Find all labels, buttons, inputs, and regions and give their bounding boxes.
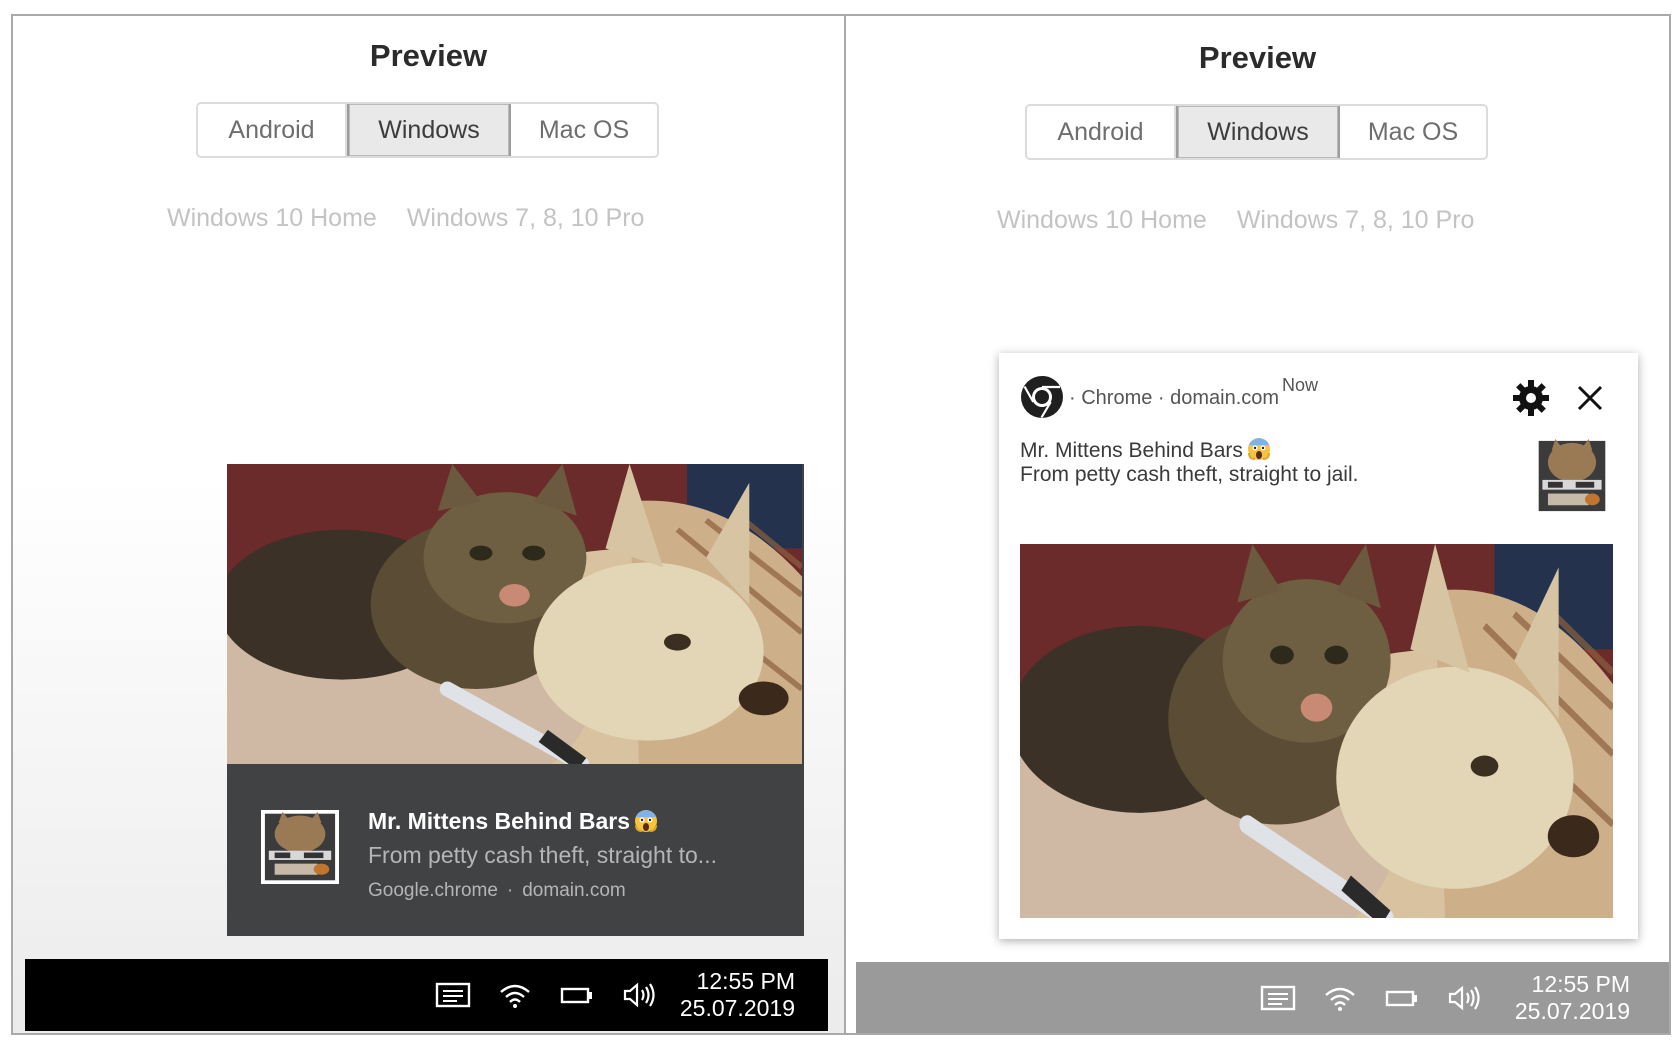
os-version-tabs: Windows 10 Home Windows 7, 8, 10 Pro	[997, 206, 1474, 235]
notification-thumbnail	[261, 810, 339, 884]
tab-windows[interactable]: Windows	[347, 104, 511, 156]
tab-windows[interactable]: Windows	[1176, 106, 1340, 158]
notification-time: Now	[1282, 375, 1319, 395]
toast-body: From petty cash theft, straight to...	[368, 842, 717, 868]
wifi-icon[interactable]	[495, 978, 535, 1012]
clock-date: 25.07.2019	[679, 995, 795, 1021]
volume-icon[interactable]	[619, 978, 659, 1012]
scream-emoji-icon	[1246, 437, 1271, 461]
notification-center-icon[interactable]	[1258, 981, 1298, 1015]
tab-windows-7-8-10-pro[interactable]: Windows 7, 8, 10 Pro	[1237, 206, 1475, 235]
battery-icon[interactable]	[557, 978, 597, 1012]
chrome-logo-icon	[1021, 375, 1063, 419]
gear-icon[interactable]	[1512, 379, 1550, 417]
tab-windows-10-home[interactable]: Windows 10 Home	[997, 206, 1207, 235]
toast-title: Mr. Mittens Behind Bars	[368, 808, 658, 835]
toast-app-name: Google.chrome	[368, 880, 498, 901]
left-preview-panel: Preview Android Windows Mac OS Windows 1…	[11, 14, 846, 1035]
platform-tabs: Android Windows Mac OS	[196, 102, 659, 158]
clock-date: 25.07.2019	[1514, 998, 1630, 1024]
tab-android[interactable]: Android	[1027, 106, 1176, 158]
clock[interactable]: 12:55 PM 25.07.2019	[680, 968, 795, 1022]
clock[interactable]: 12:55 PM 25.07.2019	[1515, 971, 1630, 1025]
clock-time: 12:55 PM	[696, 968, 795, 994]
clock-time: 12:55 PM	[1531, 971, 1630, 997]
notification-center-icon[interactable]	[433, 978, 473, 1012]
notification-thumbnail	[1535, 437, 1609, 515]
tab-windows-10-home[interactable]: Windows 10 Home	[167, 204, 377, 233]
toast-domain: domain.com	[522, 880, 626, 901]
toast-attribution: Google.chrome · domain.com	[368, 880, 626, 902]
right-preview-panel: Preview Android Windows Mac OS Windows 1…	[844, 14, 1671, 1035]
windows-toast-notification[interactable]: Mr. Mittens Behind Bars From petty cash …	[227, 464, 804, 936]
volume-icon[interactable]	[1444, 981, 1484, 1015]
toast-title-text: Mr. Mittens Behind Bars	[368, 808, 630, 834]
tab-mac-os[interactable]: Mac OS	[1340, 106, 1486, 158]
tab-mac-os[interactable]: Mac OS	[511, 104, 657, 156]
preview-title: Preview	[369, 38, 488, 73]
hero-image	[1020, 544, 1613, 918]
os-version-tabs: Windows 10 Home Windows 7, 8, 10 Pro	[167, 204, 644, 233]
notification-title-text: Mr. Mittens Behind Bars	[1020, 439, 1243, 462]
notification-title: Mr. Mittens Behind Bars	[1020, 437, 1271, 463]
hero-image	[227, 464, 802, 764]
preview-title: Preview	[1198, 40, 1317, 75]
taskbar: 12:55 PM 25.07.2019	[25, 959, 828, 1031]
scream-emoji-icon	[633, 809, 658, 833]
separator: ·	[506, 880, 514, 901]
chrome-notification-card[interactable]: · Chrome · domain.com Now Mr. Mittens Be…	[999, 353, 1638, 939]
platform-tabs: Android Windows Mac OS	[1025, 104, 1488, 160]
close-icon[interactable]	[1575, 383, 1605, 413]
battery-icon[interactable]	[1382, 981, 1422, 1015]
taskbar: 12:55 PM 25.07.2019	[856, 962, 1669, 1033]
system-tray	[1258, 981, 1506, 1015]
wifi-icon[interactable]	[1320, 981, 1360, 1015]
tab-android[interactable]: Android	[198, 104, 347, 156]
notification-source: · Chrome · domain.com	[1069, 387, 1280, 409]
tab-windows-7-8-10-pro[interactable]: Windows 7, 8, 10 Pro	[407, 204, 645, 233]
notification-body: From petty cash theft, straight to jail.	[1020, 463, 1359, 486]
system-tray	[433, 978, 681, 1012]
